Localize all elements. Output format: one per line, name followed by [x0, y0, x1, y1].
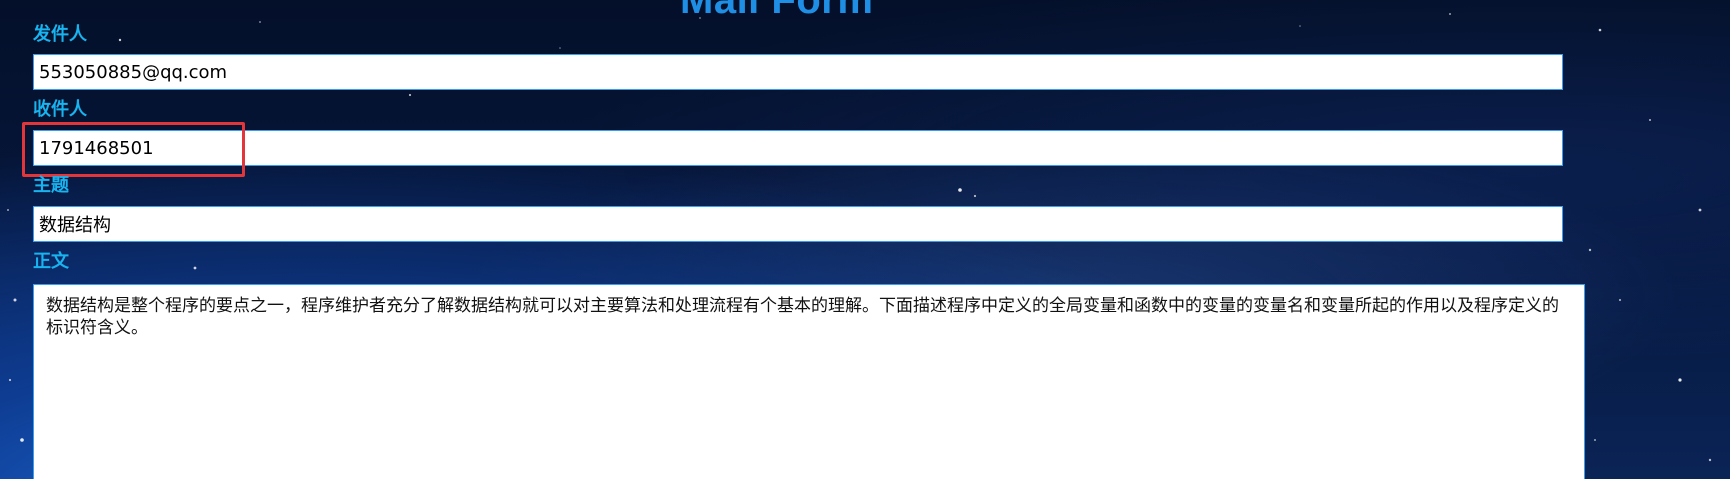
body-label: 正文: [33, 251, 69, 272]
sender-input[interactable]: [33, 54, 1563, 90]
subject-label: 主题: [33, 175, 69, 196]
body-textarea[interactable]: 数据结构是整个程序的要点之一，程序维护者充分了解数据结构就可以对主要算法和处理流…: [33, 284, 1585, 479]
recipient-label: 收件人: [33, 99, 87, 120]
page-title: Mail Form: [680, 0, 874, 22]
sender-label: 发件人: [33, 24, 87, 45]
subject-input[interactable]: [33, 206, 1563, 242]
recipient-input[interactable]: [33, 130, 1563, 166]
